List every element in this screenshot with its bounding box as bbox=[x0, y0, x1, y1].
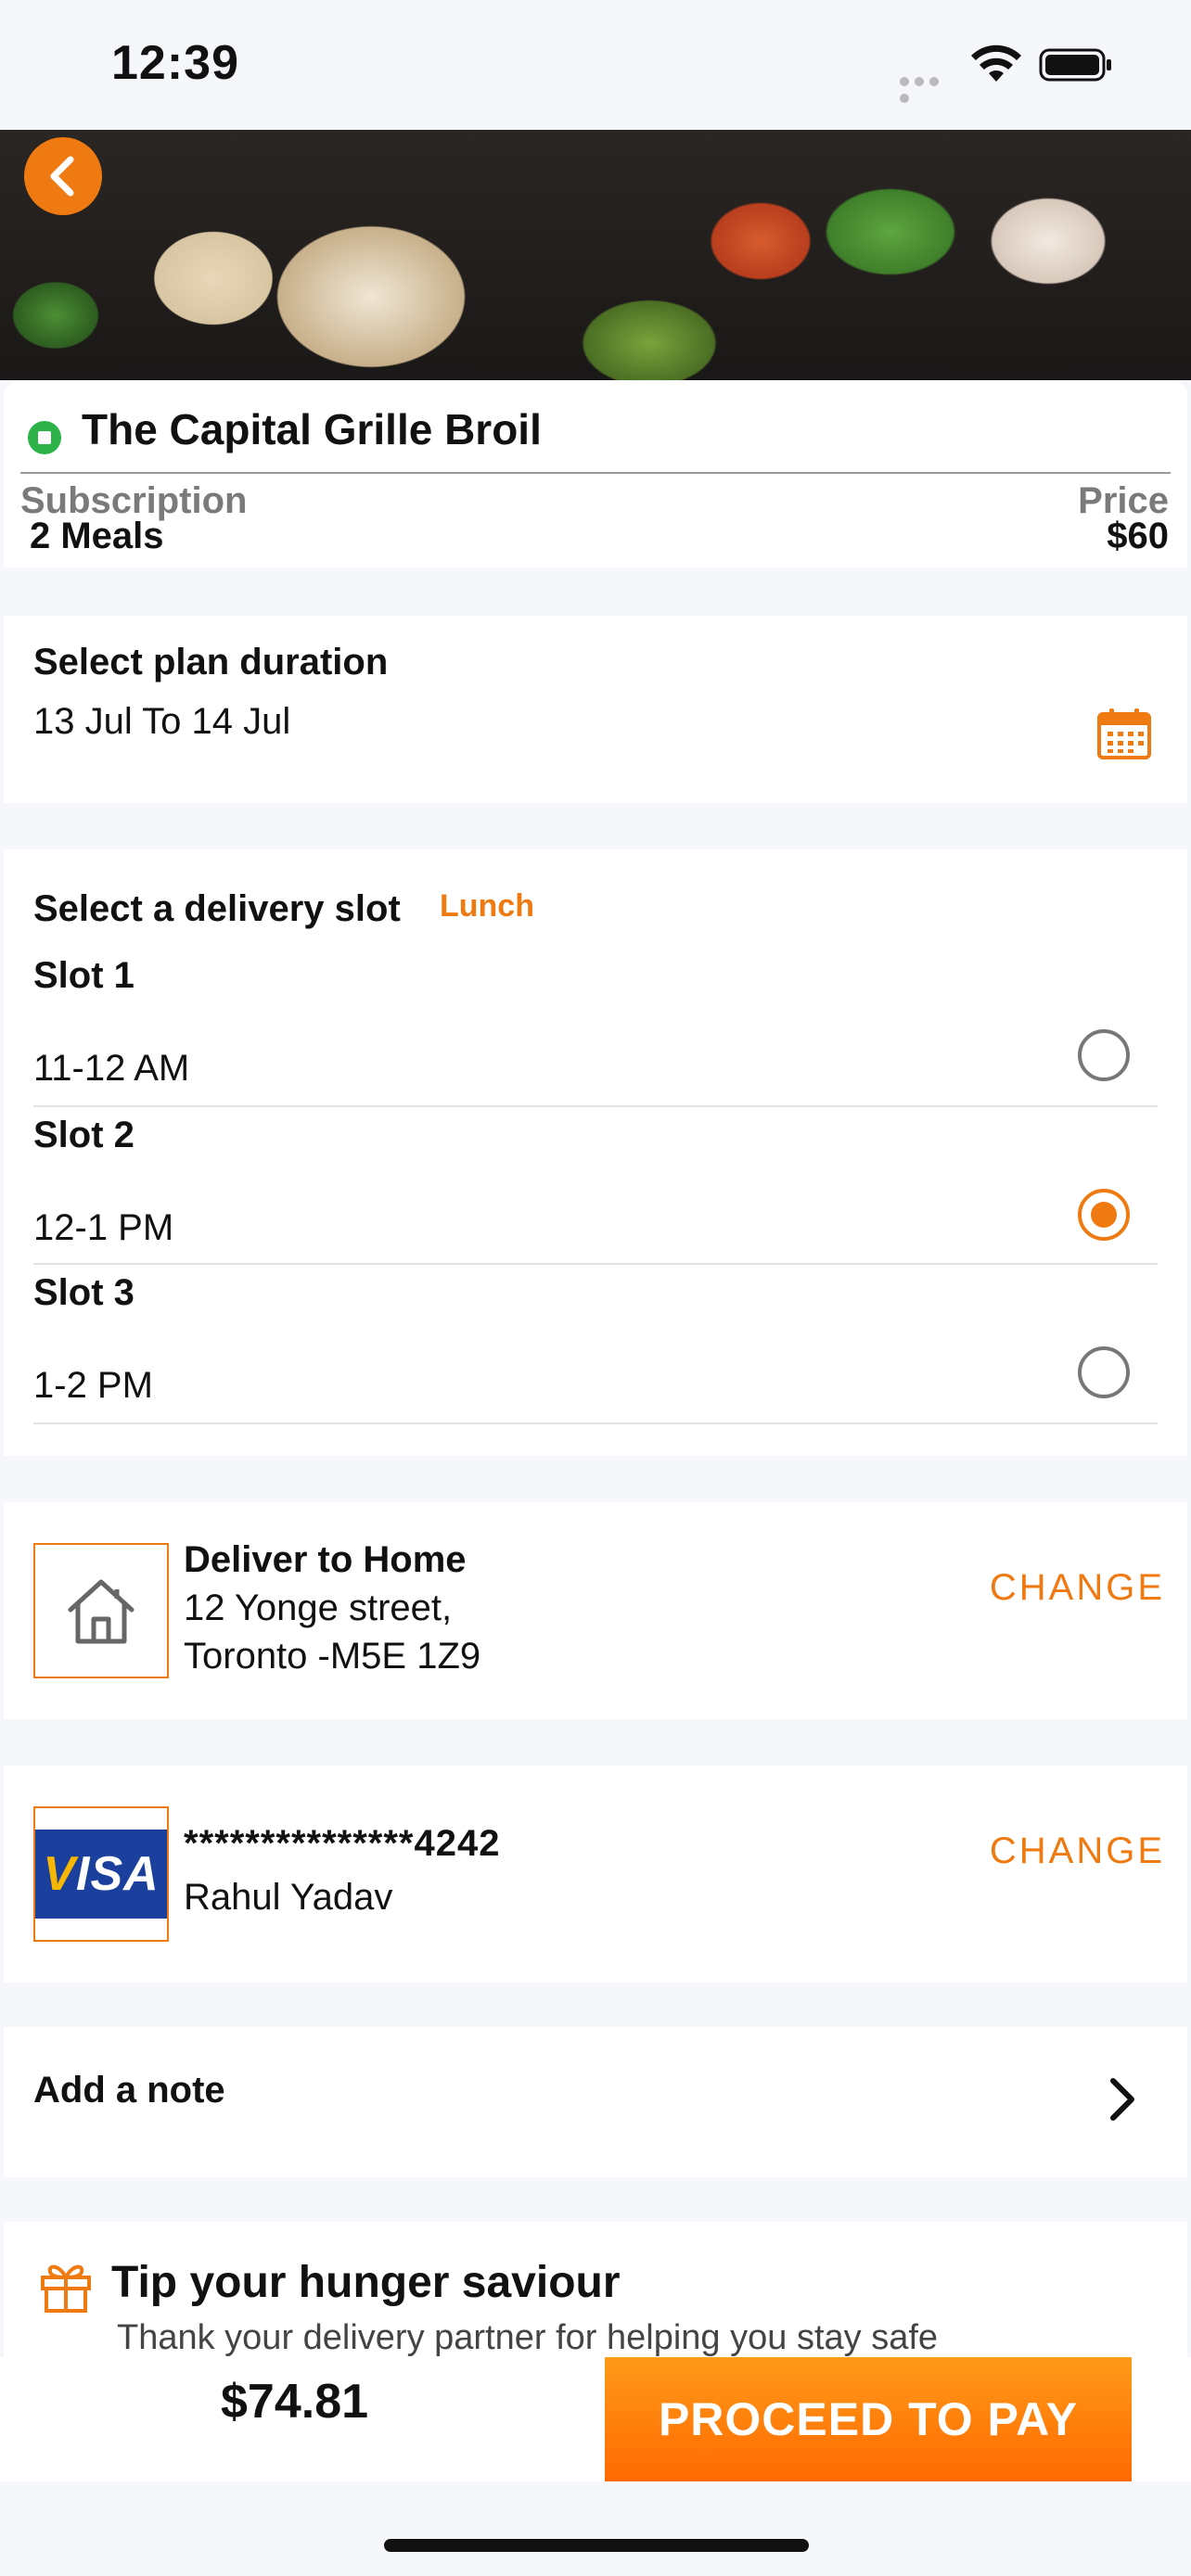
slot-1-time: 11-12 AM bbox=[33, 1048, 190, 1089]
delivery-slot-card bbox=[4, 849, 1187, 1456]
add-note-label: Add a note bbox=[33, 2070, 225, 2111]
plan-duration-dates: 13 Jul To 14 Jul bbox=[33, 701, 291, 742]
card-icon-box: V ISA bbox=[33, 1806, 169, 1942]
price-value: $60 bbox=[1107, 516, 1169, 556]
divider bbox=[20, 472, 1171, 474]
slot-3-radio[interactable] bbox=[1078, 1346, 1130, 1398]
divider bbox=[33, 1422, 1158, 1424]
subscription-value: 2 Meals bbox=[30, 516, 164, 556]
battery-icon bbox=[1039, 48, 1111, 82]
home-indicator bbox=[384, 2539, 809, 2552]
proceed-to-pay-button[interactable]: PROCEED TO PAY bbox=[605, 2357, 1132, 2481]
tip-title: Tip your hunger saviour bbox=[111, 2258, 621, 2307]
home-icon-box bbox=[33, 1543, 169, 1678]
delivery-slot-title: Select a delivery slot bbox=[33, 888, 401, 929]
visa-logo-icon: V ISA bbox=[35, 1830, 167, 1919]
divider bbox=[33, 1263, 1158, 1265]
back-button[interactable] bbox=[24, 137, 102, 215]
address-line-2: Toronto -M5E 1Z9 bbox=[184, 1636, 481, 1677]
slot-1-radio[interactable] bbox=[1078, 1029, 1130, 1081]
restaurant-hero-image bbox=[0, 130, 1191, 380]
slot-1-name: Slot 1 bbox=[33, 955, 134, 996]
slot-2-name: Slot 2 bbox=[33, 1115, 134, 1155]
plan-duration-title: Select plan duration bbox=[33, 642, 389, 682]
gift-icon bbox=[41, 2264, 91, 2313]
divider bbox=[33, 1105, 1158, 1107]
restaurant-name: The Capital Grille Broil bbox=[82, 405, 542, 453]
delivery-address-card bbox=[4, 1502, 1187, 1719]
order-total: $74.81 bbox=[221, 2375, 369, 2429]
chevron-right-icon bbox=[1110, 2078, 1134, 2121]
slot-2-radio[interactable] bbox=[1078, 1189, 1130, 1241]
chevron-left-icon bbox=[50, 156, 74, 197]
veg-indicator-icon bbox=[28, 421, 61, 454]
wifi-icon bbox=[971, 45, 1021, 82]
status-time: 12:39 bbox=[111, 36, 239, 90]
change-payment-button[interactable]: CHANGE bbox=[990, 1830, 1165, 1872]
address-line-1: 12 Yonge street, bbox=[184, 1588, 453, 1628]
change-address-button[interactable]: CHANGE bbox=[990, 1567, 1165, 1609]
slot-3-name: Slot 3 bbox=[33, 1272, 134, 1313]
address-title: Deliver to Home bbox=[184, 1539, 467, 1580]
calendar-icon[interactable] bbox=[1096, 707, 1152, 760]
slot-3-time: 1-2 PM bbox=[33, 1365, 153, 1406]
card-number: ***************4242 bbox=[184, 1823, 501, 1864]
card-holder-name: Rahul Yadav bbox=[184, 1877, 393, 1918]
payment-method-card bbox=[4, 1766, 1187, 1983]
cellular-signal-icon bbox=[900, 74, 957, 103]
tip-subtitle: Thank your delivery partner for helping … bbox=[117, 2318, 939, 2357]
slot-2-time: 12-1 PM bbox=[33, 1207, 174, 1248]
home-icon bbox=[68, 1579, 134, 1644]
meal-type-tag: Lunch bbox=[440, 888, 534, 924]
